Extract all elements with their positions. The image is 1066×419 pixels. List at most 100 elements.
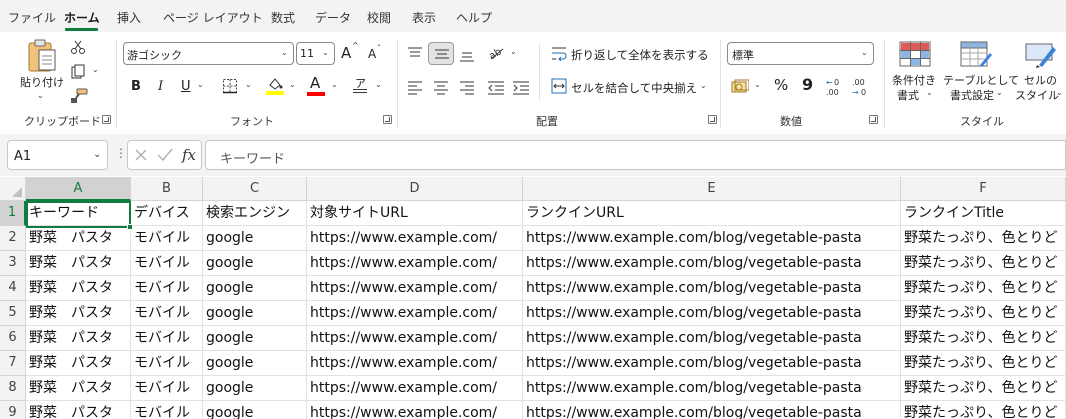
conditional-formatting-label[interactable]: 条件付き — [892, 72, 936, 88]
cell[interactable]: https://www.example.com/ — [307, 326, 523, 351]
fill-handle[interactable] — [127, 224, 133, 230]
column-header-f[interactable]: F — [901, 177, 1066, 201]
cell[interactable]: 野菜 パスタ — [26, 301, 131, 326]
merge-center-icon[interactable] — [551, 78, 567, 94]
font-name-select[interactable]: 游ゴシック ⌄ — [123, 42, 294, 65]
cancel-icon[interactable] — [134, 148, 148, 162]
row-header[interactable]: 4 — [0, 276, 26, 301]
font-color-dropdown-icon[interactable]: ⌄ — [331, 80, 338, 89]
conditional-formatting-dropdown-icon[interactable]: ⌄ — [926, 88, 933, 97]
cell[interactable]: google — [203, 226, 307, 251]
cell[interactable]: 対象サイトURL — [307, 201, 523, 226]
cell[interactable]: https://www.example.com/blog/vegetable-p… — [523, 351, 901, 376]
cell[interactable]: 野菜たっぷり、色とりど — [901, 326, 1066, 351]
cell-styles-icon[interactable] — [1025, 41, 1057, 69]
cell[interactable]: https://www.example.com/blog/vegetable-p… — [523, 226, 901, 251]
cell[interactable]: モバイル — [131, 276, 203, 301]
increase-decimal-icon[interactable]: ← 0.00 — [826, 77, 846, 97]
align-center-icon[interactable] — [433, 80, 449, 95]
menu-review[interactable]: 校閲 — [367, 9, 391, 26]
font-launcher-icon[interactable] — [383, 115, 392, 124]
cell[interactable]: キーワード — [26, 201, 131, 226]
column-header-c[interactable]: C — [203, 177, 307, 201]
menu-help[interactable]: ヘルプ — [456, 9, 492, 26]
orientation-icon[interactable]: ab — [487, 44, 507, 62]
format-as-table-label-2[interactable]: 書式設定 — [950, 87, 994, 103]
bold-button[interactable]: B — [131, 80, 141, 93]
format-as-table-icon[interactable] — [960, 41, 992, 69]
cell[interactable]: google — [203, 301, 307, 326]
name-box[interactable]: A1 ⌄ — [7, 140, 108, 170]
cell[interactable]: 野菜 パスタ — [26, 326, 131, 351]
underline-dropdown-icon[interactable]: ⌄ — [197, 80, 204, 89]
cell[interactable]: 野菜たっぷり、色とりど — [901, 376, 1066, 401]
grow-font-icon[interactable]: A — [341, 46, 351, 61]
more-options-icon[interactable]: ⋮ — [115, 147, 127, 159]
cell-styles-dropdown-icon[interactable]: ⌄ — [1056, 88, 1063, 97]
cell[interactable]: google — [203, 351, 307, 376]
increase-indent-icon[interactable] — [512, 80, 530, 95]
clipboard-launcher-icon[interactable] — [102, 115, 111, 124]
cell[interactable]: モバイル — [131, 326, 203, 351]
merge-center-dropdown-icon[interactable]: ⌄ — [700, 81, 707, 90]
cell[interactable]: 野菜 パスタ — [26, 401, 131, 419]
phonetic-icon[interactable]: ア — [355, 78, 366, 89]
copy-icon[interactable] — [70, 64, 86, 80]
cell[interactable]: デバイス — [131, 201, 203, 226]
wrap-text-icon[interactable] — [551, 46, 567, 62]
align-left-icon[interactable] — [407, 80, 423, 95]
wrap-text-label[interactable]: 折り返して全体を表示する — [571, 47, 709, 63]
cell[interactable]: モバイル — [131, 251, 203, 276]
cell[interactable]: ランクインTitle — [901, 201, 1066, 226]
menu-formulas[interactable]: 数式 — [271, 9, 295, 26]
cell[interactable]: モバイル — [131, 301, 203, 326]
cell[interactable]: https://www.example.com/blog/vegetable-p… — [523, 251, 901, 276]
align-top-icon[interactable] — [407, 46, 423, 60]
format-painter-icon[interactable] — [70, 88, 88, 104]
paste-label[interactable]: 貼り付け — [20, 74, 64, 90]
borders-icon[interactable] — [222, 78, 238, 94]
cell[interactable]: ランクインURL — [523, 201, 901, 226]
cell[interactable]: 野菜たっぷり、色とりど — [901, 301, 1066, 326]
cell[interactable]: モバイル — [131, 376, 203, 401]
orientation-dropdown-icon[interactable]: ⌄ — [510, 47, 517, 56]
cell[interactable]: https://www.example.com/blog/vegetable-p… — [523, 276, 901, 301]
cell[interactable]: https://www.example.com/ — [307, 351, 523, 376]
cell-styles-label-2[interactable]: スタイル — [1015, 87, 1059, 103]
formula-input[interactable]: キーワード — [205, 140, 1066, 170]
copy-dropdown-icon[interactable]: ⌄ — [92, 65, 99, 74]
menu-page-layout[interactable]: ページ レイアウト — [163, 9, 263, 26]
accounting-format-icon[interactable] — [731, 78, 750, 96]
cell[interactable]: 野菜たっぷり、色とりど — [901, 276, 1066, 301]
cell[interactable]: https://www.example.com/blog/vegetable-p… — [523, 326, 901, 351]
cell[interactable]: https://www.example.com/ — [307, 401, 523, 419]
shrink-font-icon[interactable]: A — [368, 48, 376, 60]
merge-center-label[interactable]: セルを結合して中央揃え — [571, 80, 697, 96]
cell[interactable]: 野菜たっぷり、色とりど — [901, 401, 1066, 419]
paste-dropdown-icon[interactable]: ⌄ — [37, 91, 44, 100]
cell[interactable]: 野菜たっぷり、色とりど — [901, 351, 1066, 376]
cell[interactable]: 野菜 パスタ — [26, 276, 131, 301]
percent-style-button[interactable]: % — [774, 78, 788, 93]
cell[interactable]: google — [203, 251, 307, 276]
select-all-button[interactable] — [0, 177, 26, 201]
cut-icon[interactable] — [70, 39, 86, 55]
row-header[interactable]: 6 — [0, 326, 26, 351]
cell[interactable]: https://www.example.com/ — [307, 301, 523, 326]
column-header-d[interactable]: D — [307, 177, 523, 201]
column-header-a[interactable]: A — [26, 177, 131, 201]
menu-file[interactable]: ファイル — [8, 9, 56, 26]
font-size-select[interactable]: 11 ⌄ — [296, 42, 335, 65]
fill-color-icon[interactable] — [266, 76, 284, 96]
row-header[interactable]: 8 — [0, 376, 26, 401]
conditional-formatting-icon[interactable] — [899, 41, 931, 69]
row-header[interactable]: 2 — [0, 226, 26, 251]
cell[interactable]: モバイル — [131, 401, 203, 419]
cell[interactable]: https://www.example.com/blog/vegetable-p… — [523, 401, 901, 419]
borders-dropdown-icon[interactable]: ⌄ — [245, 80, 252, 89]
paste-icon[interactable] — [26, 38, 58, 74]
align-right-icon[interactable] — [459, 80, 475, 95]
menu-data[interactable]: データ — [315, 9, 351, 26]
cell[interactable]: https://www.example.com/ — [307, 251, 523, 276]
menu-view[interactable]: 表示 — [412, 9, 436, 26]
